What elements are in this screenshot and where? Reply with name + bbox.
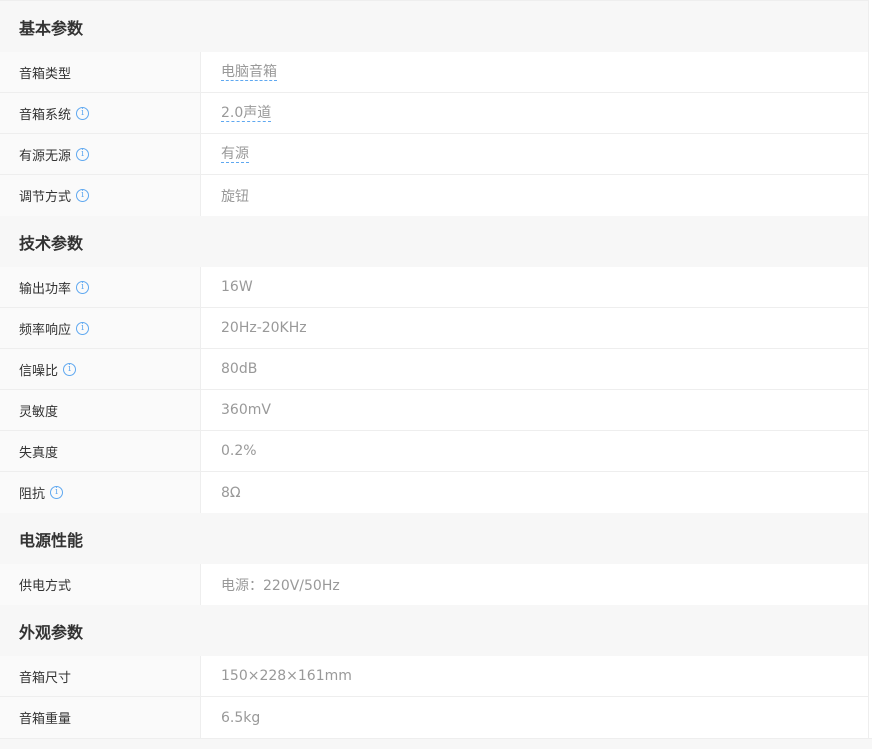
spec-name-cell: 调节方式 i bbox=[0, 175, 201, 216]
spec-row: 有源无源 i 有源 bbox=[0, 134, 868, 175]
spec-name-cell: 灵敏度 bbox=[0, 390, 201, 430]
spec-value: 150×228×161mm bbox=[221, 668, 352, 684]
section-title: 外观参数 bbox=[0, 605, 868, 656]
spec-value-cell: 8Ω bbox=[201, 472, 868, 513]
spec-row: 调节方式 i 旋钮 bbox=[0, 175, 868, 216]
spec-name-cell: 信噪比 i bbox=[0, 349, 201, 389]
spec-value: 80dB bbox=[221, 361, 258, 377]
spec-name: 阻抗 bbox=[19, 487, 46, 502]
info-icon[interactable]: i bbox=[76, 280, 90, 294]
spec-name-cell: 有源无源 i bbox=[0, 134, 201, 174]
spec-value-link[interactable]: 有源 bbox=[221, 146, 249, 163]
spec-value: 16W bbox=[221, 279, 253, 295]
spec-row: 供电方式 电源：220V/50Hz bbox=[0, 564, 868, 605]
spec-value-cell: 电脑音箱 bbox=[201, 52, 868, 92]
section-title: 电源性能 bbox=[0, 513, 868, 564]
spec-value-cell: 旋钮 bbox=[201, 175, 868, 216]
bottom-strip bbox=[0, 738, 872, 749]
spec-name: 供电方式 bbox=[19, 579, 72, 594]
spec-name: 频率响应 bbox=[19, 322, 72, 338]
spec-name-cell: 供电方式 bbox=[0, 564, 201, 605]
spec-row: 频率响应 i 20Hz-20KHz bbox=[0, 308, 868, 349]
spec-value-cell: 360mV bbox=[201, 390, 868, 430]
spec-name: 有源无源 bbox=[19, 148, 72, 164]
section-title: 技术参数 bbox=[0, 216, 868, 267]
spec-name: 灵敏度 bbox=[19, 404, 59, 420]
spec-name-cell: 输出功率 i bbox=[0, 267, 201, 307]
spec-name: 音箱系统 bbox=[19, 107, 72, 123]
spec-name: 输出功率 bbox=[19, 281, 72, 297]
spec-value: 6.5kg bbox=[221, 709, 261, 726]
spec-value-cell: 150×228×161mm bbox=[201, 656, 868, 696]
spec-value-cell: 80dB bbox=[201, 349, 868, 389]
spec-name: 调节方式 bbox=[19, 190, 72, 205]
spec-value-cell: 电源：220V/50Hz bbox=[201, 564, 868, 605]
section-title: 基本参数 bbox=[0, 1, 868, 52]
spec-value-cell: 6.5kg bbox=[201, 697, 868, 738]
spec-value-link[interactable]: 电脑音箱 bbox=[221, 64, 277, 81]
spec-row: 音箱系统 i 2.0声道 bbox=[0, 93, 868, 134]
spec-name: 音箱重量 bbox=[19, 712, 72, 727]
spec-row: 音箱类型 电脑音箱 bbox=[0, 52, 868, 93]
spec-value: 电源：220V/50Hz bbox=[221, 577, 340, 594]
spec-name: 音箱类型 bbox=[19, 66, 72, 82]
spec-value: 0.2% bbox=[221, 443, 257, 459]
spec-name-cell: 音箱尺寸 bbox=[0, 656, 201, 696]
spec-value: 360mV bbox=[221, 402, 271, 418]
info-icon[interactable]: i bbox=[76, 147, 90, 161]
spec-name-cell: 失真度 bbox=[0, 431, 201, 471]
spec-row: 失真度 0.2% bbox=[0, 431, 868, 472]
info-icon[interactable]: i bbox=[76, 321, 90, 335]
spec-row: 信噪比 i 80dB bbox=[0, 349, 868, 390]
spec-name-cell: 音箱类型 bbox=[0, 52, 201, 92]
spec-name: 失真度 bbox=[19, 445, 59, 461]
info-icon[interactable]: i bbox=[63, 362, 77, 376]
spec-value: 旋钮 bbox=[221, 188, 249, 205]
spec-name-cell: 阻抗 i bbox=[0, 472, 201, 513]
info-icon[interactable]: i bbox=[76, 189, 90, 202]
spec-row: 灵敏度 360mV bbox=[0, 390, 868, 431]
spec-row: 输出功率 i 16W bbox=[0, 267, 868, 308]
spec-value-link[interactable]: 2.0声道 bbox=[221, 105, 272, 122]
spec-name-cell: 音箱重量 bbox=[0, 697, 201, 738]
spec-value-cell: 16W bbox=[201, 267, 868, 307]
spec-value: 8Ω bbox=[221, 484, 241, 501]
spec-table: 基本参数音箱类型 电脑音箱音箱系统 i 2.0声道有源无源 i 有源调节方式 i 旋钮技术参数… bbox=[0, 0, 869, 738]
spec-value: 20Hz-20KHz bbox=[221, 320, 307, 336]
spec-row: 阻抗 i 8Ω bbox=[0, 472, 868, 513]
spec-value-cell: 2.0声道 bbox=[201, 93, 868, 133]
spec-name-cell: 音箱系统 i bbox=[0, 93, 201, 133]
spec-value-cell: 有源 bbox=[201, 134, 868, 174]
spec-name: 音箱尺寸 bbox=[19, 670, 72, 686]
spec-name-cell: 频率响应 i bbox=[0, 308, 201, 348]
spec-name: 信噪比 bbox=[19, 363, 59, 379]
info-icon[interactable]: i bbox=[50, 486, 64, 499]
spec-row: 音箱尺寸 150×228×161mm bbox=[0, 656, 868, 697]
spec-row: 音箱重量 6.5kg bbox=[0, 697, 868, 738]
spec-value-cell: 20Hz-20KHz bbox=[201, 308, 868, 348]
spec-value-cell: 0.2% bbox=[201, 431, 868, 471]
info-icon[interactable]: i bbox=[76, 106, 90, 120]
